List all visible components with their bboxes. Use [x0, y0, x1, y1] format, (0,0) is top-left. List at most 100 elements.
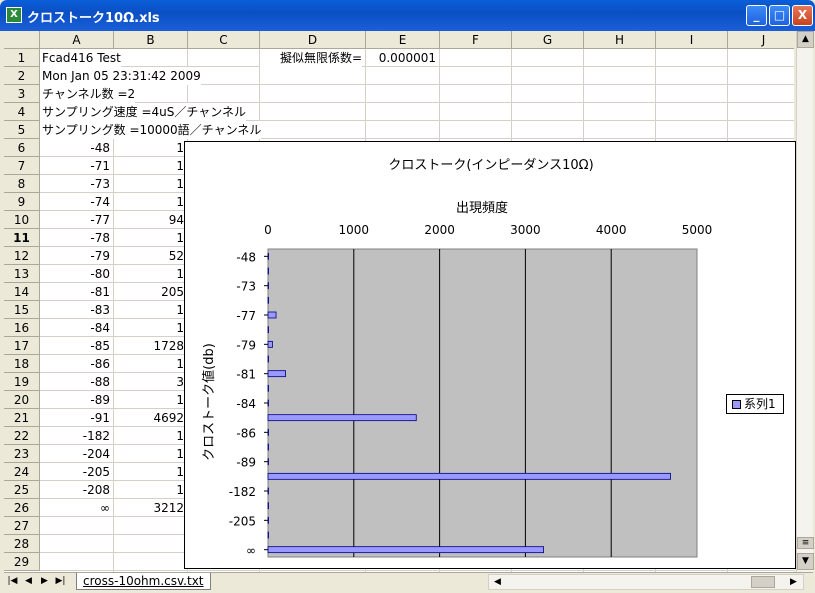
cell-a25[interactable]: -208 — [40, 481, 110, 499]
cell-b14[interactable]: 205 — [114, 283, 184, 301]
close-button[interactable]: X — [792, 5, 813, 26]
row-header-27[interactable]: 27 — [4, 517, 40, 535]
cell-a8[interactable]: -73 — [40, 175, 110, 193]
cell-b15[interactable]: 1 — [114, 301, 184, 319]
row-header-8[interactable]: 8 — [4, 175, 40, 193]
row-header-16[interactable]: 16 — [4, 319, 40, 337]
column-header-i[interactable]: I — [656, 31, 728, 49]
cell-a6[interactable]: -48 — [40, 139, 110, 157]
chart-legend[interactable]: 系列1 — [726, 394, 784, 414]
prev-sheet-button[interactable]: ◀ — [22, 574, 35, 589]
crosstalk-chart[interactable]: クロストーク(インピーダンス10Ω) 出現頻度 0 1000 2000 3000 4000 5… — [184, 141, 796, 569]
row-header-3[interactable]: 3 — [4, 85, 40, 103]
row-header-14[interactable]: 14 — [4, 283, 40, 301]
row-header-12[interactable]: 12 — [4, 247, 40, 265]
cell-a22[interactable]: -182 — [40, 427, 110, 445]
row-header-29[interactable]: 29 — [4, 553, 40, 571]
horizontal-scrollbar[interactable]: ◀ ▶ — [488, 574, 804, 590]
cell-b16[interactable]: 1 — [114, 319, 184, 337]
row-header-6[interactable]: 6 — [4, 139, 40, 157]
cell-b25[interactable]: 1 — [114, 481, 184, 499]
row-header-23[interactable]: 23 — [4, 445, 40, 463]
cell-a13[interactable]: -80 — [40, 265, 110, 283]
row-header-24[interactable]: 24 — [4, 463, 40, 481]
row-header-21[interactable]: 21 — [4, 409, 40, 427]
column-header-a[interactable]: A — [40, 31, 114, 49]
cell-a26[interactable]: ∞ — [40, 499, 110, 517]
cell-d1[interactable]: 擬似無限係数= — [260, 49, 362, 67]
select-all-corner[interactable] — [4, 31, 40, 49]
next-sheet-button[interactable]: ▶ — [38, 574, 51, 589]
cell-b22[interactable]: 1 — [114, 427, 184, 445]
column-header-f[interactable]: F — [440, 31, 512, 49]
column-header-c[interactable]: C — [188, 31, 260, 49]
row-header-22[interactable]: 22 — [4, 427, 40, 445]
cell-b24[interactable]: 1 — [114, 463, 184, 481]
cell-e1[interactable]: 0.000001 — [366, 49, 436, 67]
cell-a19[interactable]: -88 — [40, 373, 110, 391]
cell-a17[interactable]: -85 — [40, 337, 110, 355]
row-header-28[interactable]: 28 — [4, 535, 40, 553]
row-header-2[interactable]: 2 — [4, 67, 40, 85]
column-header-j[interactable]: J — [728, 31, 794, 49]
row-header-15[interactable]: 15 — [4, 301, 40, 319]
cell-b10[interactable]: 94 — [114, 211, 184, 229]
first-sheet-button[interactable]: |◀ — [6, 574, 19, 589]
column-header-d[interactable]: D — [260, 31, 366, 49]
row-header-1[interactable]: 1 — [4, 49, 40, 67]
scroll-down-button[interactable]: ▼ — [797, 553, 814, 570]
cell-a10[interactable]: -77 — [40, 211, 110, 229]
cell-b6[interactable]: 1 — [114, 139, 184, 157]
column-header-g[interactable]: G — [512, 31, 584, 49]
row-header-13[interactable]: 13 — [4, 265, 40, 283]
column-header-h[interactable]: H — [584, 31, 656, 49]
cell-a18[interactable]: -86 — [40, 355, 110, 373]
column-header-b[interactable]: B — [114, 31, 188, 49]
cell-b23[interactable]: 1 — [114, 445, 184, 463]
row-header-25[interactable]: 25 — [4, 481, 40, 499]
scroll-thumb[interactable] — [751, 576, 775, 588]
cell-a2[interactable]: Mon Jan 05 23:31:42 2009 — [40, 67, 201, 85]
cell-a3[interactable]: チャンネル数 =2 — [40, 85, 136, 103]
row-header-19[interactable]: 19 — [4, 373, 40, 391]
cell-a11[interactable]: -78 — [40, 229, 110, 247]
minimize-button[interactable]: _ — [746, 5, 767, 26]
cell-a5[interactable]: サンプリング数 =10000語／チャンネル — [40, 121, 262, 139]
cell-a16[interactable]: -84 — [40, 319, 110, 337]
scroll-up-button[interactable]: ▲ — [797, 31, 814, 48]
cell-b8[interactable]: 1 — [114, 175, 184, 193]
cell-b12[interactable]: 52 — [114, 247, 184, 265]
vertical-scrollbar[interactable]: ▲ ≡ ▼ — [796, 31, 814, 572]
last-sheet-button[interactable]: ▶| — [54, 574, 67, 589]
cell-a20[interactable]: -89 — [40, 391, 110, 409]
cell-a1[interactable]: Fcad416 Test — [40, 49, 121, 67]
maximize-button[interactable]: □ — [769, 5, 790, 26]
cell-a21[interactable]: -91 — [40, 409, 110, 427]
cell-a9[interactable]: -74 — [40, 193, 110, 211]
split-box[interactable]: ≡ — [797, 537, 814, 549]
column-header-e[interactable]: E — [366, 31, 440, 49]
cell-b26[interactable]: 3212 — [114, 499, 184, 517]
cell-a15[interactable]: -83 — [40, 301, 110, 319]
cell-b13[interactable]: 1 — [114, 265, 184, 283]
cell-b20[interactable]: 1 — [114, 391, 184, 409]
cell-a12[interactable]: -79 — [40, 247, 110, 265]
cell-a23[interactable]: -204 — [40, 445, 110, 463]
cell-a14[interactable]: -81 — [40, 283, 110, 301]
row-header-5[interactable]: 5 — [4, 121, 40, 139]
row-header-11[interactable]: 11 — [4, 229, 40, 247]
cell-b11[interactable]: 1 — [114, 229, 184, 247]
row-header-7[interactable]: 7 — [4, 157, 40, 175]
scroll-left-button[interactable]: ◀ — [491, 575, 504, 590]
cell-b19[interactable]: 3 — [114, 373, 184, 391]
row-header-9[interactable]: 9 — [4, 193, 40, 211]
row-header-20[interactable]: 20 — [4, 391, 40, 409]
row-header-18[interactable]: 18 — [4, 355, 40, 373]
cell-b17[interactable]: 1728 — [114, 337, 184, 355]
row-header-4[interactable]: 4 — [4, 103, 40, 121]
row-header-26[interactable]: 26 — [4, 499, 40, 517]
row-header-17[interactable]: 17 — [4, 337, 40, 355]
sheet-tab[interactable]: cross-10ohm.csv.txt — [76, 573, 211, 590]
cell-b21[interactable]: 4692 — [114, 409, 184, 427]
cell-a4[interactable]: サンプリング速度 =4uS／チャンネル — [40, 103, 247, 121]
